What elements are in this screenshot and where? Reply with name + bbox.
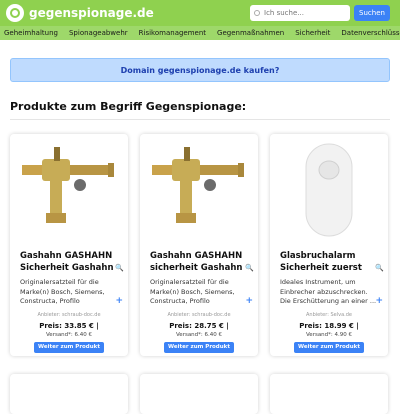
category-nav: Geheimhaltung Spionageabwehr Risikomanag…: [0, 26, 400, 40]
product-image[interactable]: [150, 140, 248, 240]
product-seller: Anbieter: Selva.de: [305, 312, 352, 318]
nav-item-spionageabwehr[interactable]: Spionageabwehr: [69, 29, 128, 37]
product-price: Preis: 33.85 € |: [39, 322, 99, 330]
domain-banner[interactable]: Domain gegenspionage.de kaufen?: [10, 58, 390, 82]
nav-item-gegenmassnahmen[interactable]: Gegenmaßnahmen: [217, 29, 284, 37]
nav-item-datenverschluesselung[interactable]: Datenverschlüsselung: [341, 29, 400, 37]
product-card[interactable]: [270, 374, 388, 414]
product-title[interactable]: Gashahn GASHAHN sicherheit Gashahn ...: [150, 250, 248, 274]
product-card[interactable]: Gashahn GASHAHN sicherheit Gashahn ... 🔍…: [140, 134, 258, 356]
product-title[interactable]: Glasbruchalarm Sicherheit zuerst: [280, 250, 378, 274]
plus-icon[interactable]: +: [115, 296, 123, 306]
product-description: Originalersatzteil für die Marke(n) Bosc…: [150, 278, 235, 305]
search-icon[interactable]: 🔍: [375, 264, 384, 272]
logo-icon[interactable]: [6, 4, 24, 22]
product-button[interactable]: Weiter zum Produkt: [164, 342, 234, 353]
product-shipping: Versand*: 6.40 €: [45, 332, 93, 338]
plus-icon[interactable]: +: [245, 296, 253, 306]
product-card[interactable]: Glasbruchalarm Sicherheit zuerst 🔍 Ideal…: [270, 134, 388, 356]
product-grid-row-2: [10, 374, 388, 414]
product-grid: Gashahn GASHAHN Sicherheit Gashahn ... 🔍…: [10, 134, 388, 356]
product-button[interactable]: Weiter zum Produkt: [294, 342, 364, 353]
product-seller: Anbieter: schraub-doc.de: [37, 312, 101, 318]
search-icon[interactable]: 🔍: [115, 264, 124, 272]
plus-icon[interactable]: +: [375, 296, 383, 306]
product-price: Preis: 18.99 € |: [299, 322, 359, 330]
search-input[interactable]: [264, 9, 344, 17]
product-image[interactable]: [20, 140, 118, 240]
product-shipping: Versand*: 6.40 €: [175, 332, 223, 338]
product-price: Preis: 28.75 € |: [169, 322, 229, 330]
product-card[interactable]: [10, 374, 128, 414]
site-name[interactable]: gegenspionage.de: [29, 6, 154, 20]
product-image[interactable]: [280, 140, 378, 240]
nav-item-sicherheit[interactable]: Sicherheit: [295, 29, 330, 37]
search-button[interactable]: Suchen: [354, 5, 390, 21]
product-seller: Anbieter: schraub-doc.de: [167, 312, 231, 318]
search-icon[interactable]: 🔍: [245, 264, 254, 272]
nav-item-geheimhaltung[interactable]: Geheimhaltung: [4, 29, 58, 37]
banner-text[interactable]: Domain gegenspionage.de kaufen?: [121, 66, 280, 75]
header: gegenspionage.de Suchen: [0, 0, 400, 26]
section-title: Produkte zum Begriff Gegenspionage:: [10, 100, 390, 120]
search-icon: [254, 10, 260, 16]
nav-item-risikomanagement[interactable]: Risikomanagement: [139, 29, 206, 37]
product-card[interactable]: [140, 374, 258, 414]
product-description: Originalersatzteil für die Marke(n) Bosc…: [20, 278, 105, 305]
product-description: Ideales Instrument, um Einbrecher abzusc…: [280, 278, 377, 305]
product-title[interactable]: Gashahn GASHAHN Sicherheit Gashahn ...: [20, 250, 118, 274]
product-button[interactable]: Weiter zum Produkt: [34, 342, 104, 353]
product-shipping: Versand*: 4.90 €: [305, 332, 353, 338]
search-box: [250, 5, 350, 21]
product-card[interactable]: Gashahn GASHAHN Sicherheit Gashahn ... 🔍…: [10, 134, 128, 356]
